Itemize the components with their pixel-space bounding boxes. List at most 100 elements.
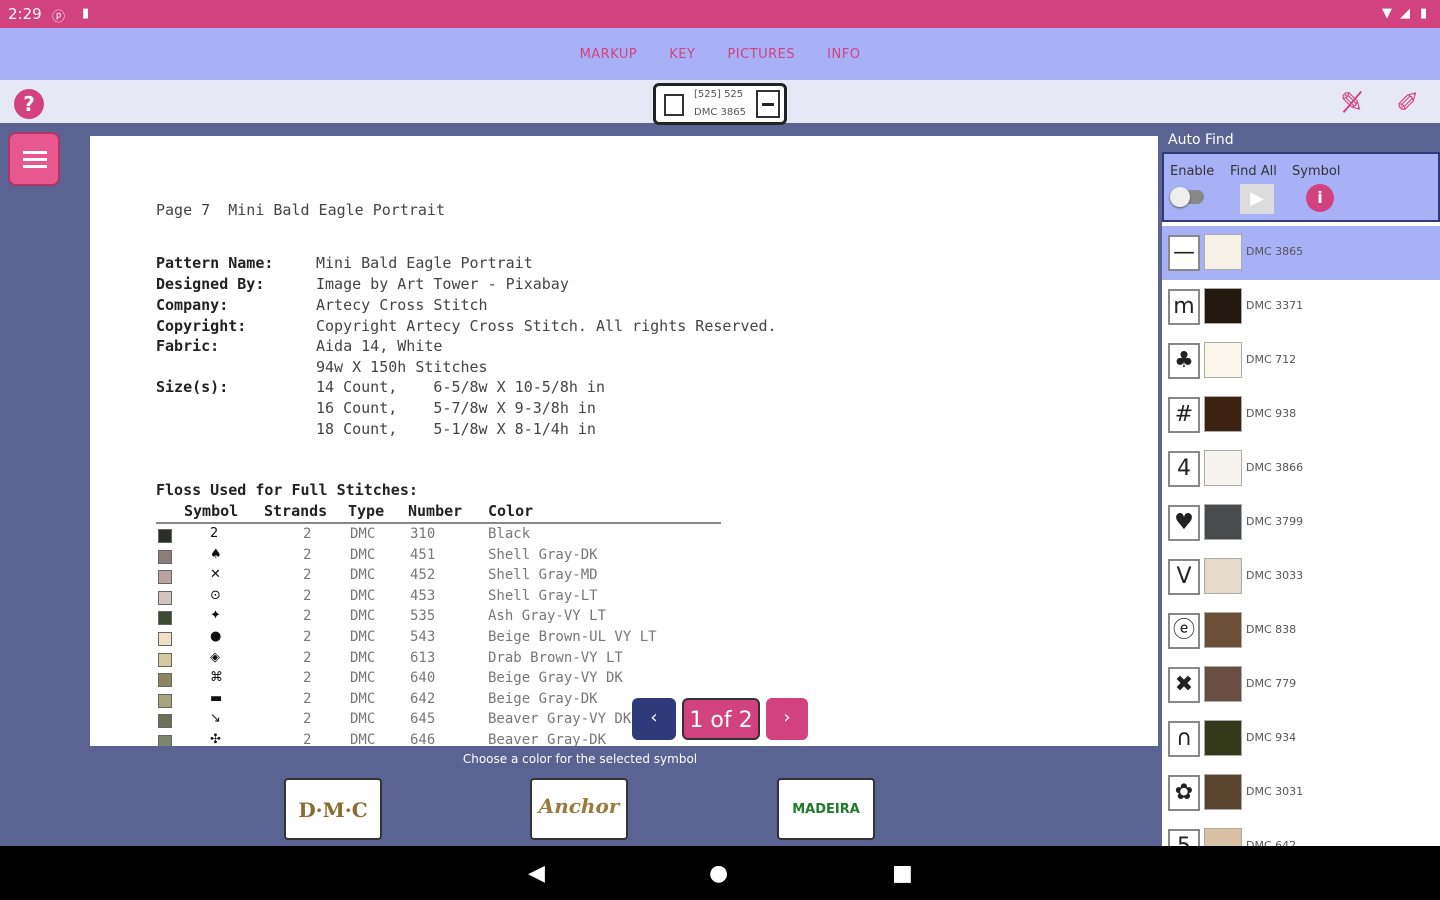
color-swatch (1204, 666, 1242, 702)
color-swatch (1204, 774, 1242, 810)
col-number: Number (408, 502, 463, 520)
floss-color: Shell Gray-LT (488, 587, 598, 604)
color-row[interactable]: m DMC 3371 (1162, 280, 1440, 334)
color-symbol: ✖ (1168, 667, 1200, 703)
floss-strands: 2 (303, 732, 312, 746)
color-swatch (1204, 612, 1242, 648)
color-row[interactable]: 5 DMC 642 (1162, 820, 1440, 846)
tab-info[interactable]: INFO (825, 41, 862, 68)
selected-checkbox[interactable] (664, 94, 684, 116)
color-symbol: ⓔ (1168, 613, 1200, 649)
color-row[interactable]: ✖ DMC 779 (1162, 658, 1440, 712)
color-row[interactable]: ♣ DMC 712 (1162, 334, 1440, 388)
floss-color: Ash Gray-VY LT (488, 608, 607, 625)
floss-swatch (158, 673, 172, 688)
floss-strands: 2 (303, 690, 312, 707)
floss-type: DMC (350, 649, 376, 666)
color-label: DMC 3031 (1246, 785, 1304, 798)
color-list[interactable]: — DMC 3865 m DMC 3371 ♣ DMC 712 # DMC 938 4 DMC 3… (1162, 226, 1440, 846)
home-icon[interactable]: ● (709, 861, 728, 886)
selected-floss: DMC 3865 (694, 107, 746, 118)
autofind-controls: Enable Find All Symbol ▶ i (1162, 152, 1440, 222)
selected-symbol-box[interactable]: [525] 525 DMC 3865 (653, 83, 787, 125)
floss-color: Beige Gray-DK (488, 690, 598, 707)
selected-symbol-icon (756, 90, 780, 118)
brand-madeira-logo: MADEIRA (792, 802, 860, 817)
floss-swatch (158, 549, 172, 564)
p-icon: ⓟ (52, 10, 66, 25)
color-label: DMC 934 (1246, 731, 1297, 744)
color-swatch (1204, 288, 1242, 324)
floss-strands: 2 (303, 608, 312, 625)
color-label: DMC 712 (1246, 353, 1297, 366)
floss-color: Shell Gray-DK (488, 546, 598, 563)
floss-symbol: ✣ (210, 732, 221, 746)
back-icon[interactable]: ◀ (528, 861, 545, 886)
floss-symbol: ◈ (210, 649, 220, 665)
floss-color: Beaver Gray-VY DK (488, 711, 632, 728)
prev-page-button[interactable]: ‹ (632, 698, 676, 740)
color-label: DMC 938 (1246, 407, 1297, 420)
color-swatch (1204, 234, 1242, 270)
floss-symbol: ⊙ (210, 587, 221, 603)
color-label: DMC 838 (1246, 623, 1297, 636)
symbol-label: Symbol (1292, 164, 1341, 179)
autofind-title: Auto Find (1162, 128, 1440, 152)
menu-button[interactable] (8, 132, 60, 186)
tab-bar: MARKUP KEY PICTURES INFO (0, 28, 1440, 80)
find-all-play-button[interactable]: ▶ (1240, 184, 1274, 214)
brand-dmc-button[interactable]: D·M·C (284, 778, 382, 840)
color-symbol: 4 (1168, 451, 1200, 487)
floss-number: 645 (410, 711, 436, 728)
color-row[interactable]: ✿ DMC 3031 (1162, 766, 1440, 820)
brand-anchor-button[interactable]: Anchor (530, 778, 628, 840)
floss-strands: 2 (303, 711, 312, 728)
floss-type: DMC (350, 690, 376, 707)
color-symbol: ♥ (1168, 505, 1200, 541)
sd-icon: ▮ (82, 6, 90, 21)
color-label: DMC 3371 (1246, 299, 1304, 312)
marker-pen-icon[interactable]: ✐ (1396, 86, 1419, 119)
floss-color: Drab Brown-VY LT (488, 649, 623, 666)
floss-number: 640 (410, 670, 436, 687)
floss-number: 613 (410, 649, 436, 666)
signal-icon: ◢ (1400, 6, 1410, 21)
enable-label: Enable (1170, 164, 1215, 179)
color-symbol: # (1168, 397, 1200, 433)
color-row[interactable]: ♥ DMC 3799 (1162, 496, 1440, 550)
next-page-button[interactable]: › (766, 698, 808, 740)
status-bar: 2:29 ⓟ ▮ ▼ ◢ ▮ (0, 0, 1440, 28)
brand-madeira-button[interactable]: MADEIRA (777, 778, 875, 840)
floss-number: 310 (410, 526, 436, 542)
hide-marker-icon[interactable]: ✎̸ (1340, 86, 1363, 119)
floss-swatch (158, 632, 172, 646)
tab-pictures[interactable]: PICTURES (725, 41, 797, 68)
color-row[interactable]: V DMC 3033 (1162, 550, 1440, 604)
color-swatch (1204, 720, 1242, 756)
color-swatch (1204, 828, 1242, 846)
floss-symbol: ⌘ (210, 670, 223, 686)
field-label: Pattern Name: (156, 254, 274, 272)
color-row[interactable]: # DMC 938 (1162, 388, 1440, 442)
recents-icon[interactable]: ■ (892, 861, 913, 886)
floss-symbol: ● (210, 629, 222, 644)
color-row[interactable]: ∩ DMC 934 (1162, 712, 1440, 766)
floss-color: Shell Gray-MD (488, 567, 598, 584)
floss-color: Beige Gray-VY DK (488, 670, 623, 687)
col-color: Color (488, 502, 534, 520)
enable-toggle[interactable] (1170, 187, 1204, 207)
help-button[interactable]: ? (14, 89, 44, 119)
color-row[interactable]: ⓔ DMC 838 (1162, 604, 1440, 658)
floss-swatch (158, 714, 172, 729)
color-row[interactable]: 4 DMC 3866 (1162, 442, 1440, 496)
tab-key[interactable]: KEY (667, 41, 697, 68)
symbol-info-button[interactable]: i (1306, 184, 1334, 212)
pattern-document[interactable]: Page 7 Mini Bald Eagle Portrait Pattern … (90, 136, 1158, 746)
field-value: 16 Count, 5-7/8w X 9-3/8h in (316, 399, 596, 417)
color-swatch (1204, 450, 1242, 486)
color-swatch (1204, 342, 1242, 378)
color-row[interactable]: — DMC 3865 (1162, 226, 1440, 280)
tab-markup[interactable]: MARKUP (578, 41, 640, 68)
floss-swatch (158, 611, 172, 626)
floss-number: 452 (410, 567, 436, 584)
